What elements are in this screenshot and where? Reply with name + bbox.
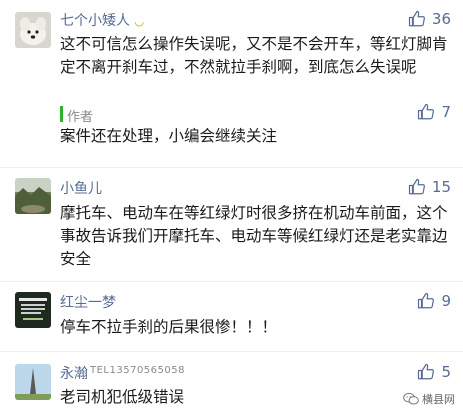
author-label: 作者 [67,110,94,125]
commenter-name[interactable]: 小鱼儿 [60,178,102,198]
reply-text: 案件还在处理，小编会继续关注 [60,127,278,145]
watermark-text: 横县网 [422,393,455,406]
avatar[interactable] [15,292,51,328]
dog-avatar-image [15,12,51,48]
commenter-name[interactable]: 红尘一梦 [60,292,116,312]
comment-text: 老司机犯低级错误 [60,388,185,406]
like-button[interactable]: 15 [408,178,451,196]
like-button[interactable]: 36 [408,10,451,28]
thumbs-up-icon [418,292,435,309]
avatar[interactable] [15,12,51,48]
like-count: 5 [441,363,451,381]
landscape-avatar-image [15,178,51,214]
comment-item: 小鱼儿 15 摩托车、电动车在等红绿灯时很多挤在机动车前面，这个事故告诉我们开摩… [0,168,463,280]
tower-avatar-image [15,364,51,400]
like-count: 15 [431,178,451,196]
comment-text: 停车不拉手刹的后果很惨！！！ [60,318,278,336]
thumbs-up-icon [408,10,425,27]
commenter-phone: TEL13570565058 [90,365,185,376]
smile-icon: ◡ [134,15,145,28]
watermark: 横县网 [403,391,455,407]
thumbs-up-icon [418,103,435,120]
author-reply-accent [60,106,63,122]
like-count: 9 [441,292,451,310]
commenter-name[interactable]: 七个小矮人 ◡ [60,10,144,30]
thumbs-up-icon [408,178,425,195]
like-button[interactable]: 5 [417,363,451,381]
commenter-name[interactable]: 永瀚 [60,363,88,383]
comment-item: 七个小矮人 ◡ 36 这不可信怎么操作失误呢，又不是不会开车，等红灯脚肯定不离开… [0,0,463,165]
comment-text: 这不可信怎么操作失误呢，又不是不会开车，等红灯脚肯定不离开刹车过，不然就拉手刹啊… [60,35,448,76]
like-button[interactable]: 9 [417,292,451,310]
like-count: 36 [431,10,451,28]
like-count: 7 [441,103,451,121]
avatar[interactable] [15,178,51,214]
comment-text: 摩托车、电动车在等红绿灯时很多挤在机动车前面，这个事故告诉我们开摩托车、电动车等… [60,204,448,268]
reply-like-button[interactable]: 7 [417,103,451,121]
comment-item: 永瀚 TEL13570565058 5 老司机犯低级错误 [0,352,463,415]
text-poster-avatar-image [15,292,51,328]
comment-item: 红尘一梦 9 停车不拉手刹的后果很惨！！！ [0,282,463,350]
thumbs-up-icon [418,363,435,380]
avatar[interactable] [15,364,51,400]
wechat-icon [403,392,419,405]
